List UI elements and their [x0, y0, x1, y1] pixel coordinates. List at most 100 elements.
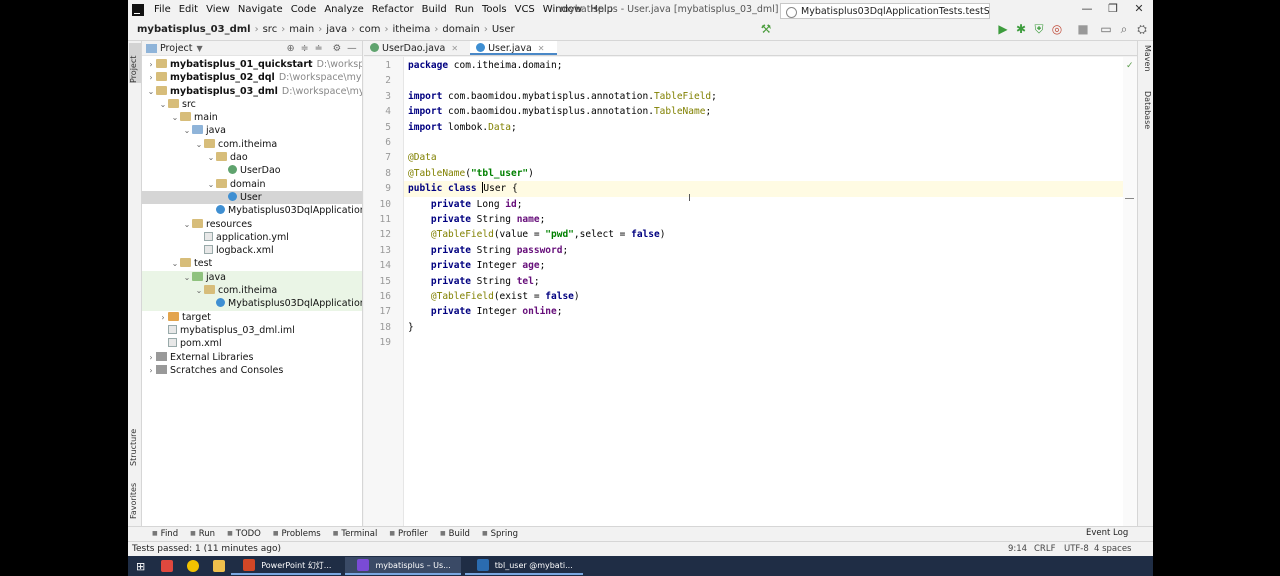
- tree-item[interactable]: mybatisplus_03_dml.iml: [142, 324, 362, 337]
- coverage-icon[interactable]: ⛨: [1031, 22, 1047, 37]
- code-line[interactable]: private String password;: [408, 243, 568, 258]
- code-line[interactable]: private String name;: [408, 212, 545, 227]
- tree-item[interactable]: ⌄ mybatisplus_03_dmlD:\workspace\mybatisp…: [142, 85, 362, 98]
- expand-arrow-icon[interactable]: ›: [146, 58, 156, 71]
- code-line[interactable]: package com.itheima.domain;: [408, 58, 562, 73]
- menu-edit[interactable]: Edit: [175, 4, 202, 15]
- tool-window-build[interactable]: Build: [434, 529, 476, 539]
- code-line[interactable]: }: [408, 320, 414, 335]
- tree-item[interactable]: User: [142, 190, 362, 205]
- breadcrumb-item[interactable]: mybatisplus_03_dml: [134, 24, 254, 35]
- tree-item[interactable]: Mybatisplus03DqlApplicationTests: [142, 297, 362, 311]
- editor-tab[interactable]: User.java ✕: [470, 41, 557, 55]
- gear-icon[interactable]: ⚙: [333, 43, 342, 54]
- stop-icon[interactable]: ■: [1075, 22, 1091, 36]
- breadcrumb-item[interactable]: com: [356, 24, 383, 35]
- chevron-down-icon[interactable]: ▼: [197, 44, 203, 53]
- menu-build[interactable]: Build: [418, 4, 451, 15]
- structure-tool-tab[interactable]: Structure: [129, 421, 141, 466]
- menu-run[interactable]: Run: [451, 4, 478, 15]
- tree-item[interactable]: ⌄ java: [142, 270, 362, 285]
- tree-item[interactable]: ⌄ com.itheima: [142, 284, 362, 298]
- project-tool-tab[interactable]: Project: [129, 43, 141, 83]
- code-line[interactable]: import com.baomidou.mybatisplus.annotati…: [408, 89, 717, 104]
- expand-arrow-icon[interactable]: ⌄: [182, 218, 192, 231]
- database-tool-tab[interactable]: Database: [1140, 91, 1152, 135]
- taskbar-app[interactable]: tbl_user @mybati...: [464, 557, 583, 575]
- tool-window-spring[interactable]: Spring: [476, 529, 524, 539]
- menu-navigate[interactable]: Navigate: [234, 4, 287, 15]
- locate-icon[interactable]: ⊕: [287, 43, 295, 54]
- tree-item[interactable]: › External Libraries: [142, 351, 362, 364]
- caret-position[interactable]: 9:14: [1008, 542, 1027, 556]
- tool-window-todo[interactable]: TODO: [221, 529, 267, 539]
- tool-window-problems[interactable]: Problems: [267, 529, 327, 539]
- expand-arrow-icon[interactable]: ⌄: [194, 138, 204, 151]
- hammer-build-icon[interactable]: ⚒: [758, 22, 774, 36]
- tree-item[interactable]: ⌄ com.itheima: [142, 138, 362, 151]
- start-button[interactable]: ⊞: [128, 557, 153, 575]
- code-line[interactable]: @TableName("tbl_user"): [408, 166, 534, 181]
- breadcrumb-item[interactable]: java: [323, 24, 350, 35]
- expand-arrow-icon[interactable]: ›: [146, 351, 156, 364]
- taskbar-app[interactable]: mybatisplus – Us...: [345, 557, 461, 575]
- chrome-icon[interactable]: [179, 557, 205, 575]
- menu-vcs[interactable]: VCS: [511, 4, 539, 15]
- expand-all-icon[interactable]: ≑: [301, 43, 309, 54]
- expand-arrow-icon[interactable]: ›: [158, 311, 168, 324]
- tool-window-profiler[interactable]: Profiler: [383, 529, 434, 539]
- favorites-tool-tab[interactable]: Favorites: [129, 477, 141, 519]
- app-icon-1[interactable]: [153, 557, 179, 575]
- tree-item[interactable]: ⌄ resources: [142, 218, 362, 231]
- code-line[interactable]: @Data: [408, 150, 437, 165]
- tree-item[interactable]: ⌄ java: [142, 124, 362, 137]
- debug-icon[interactable]: ✱: [1013, 22, 1029, 36]
- expand-arrow-icon[interactable]: ⌄: [206, 178, 216, 191]
- expand-arrow-icon[interactable]: ›: [146, 364, 156, 377]
- project-structure-icon[interactable]: ▭: [1098, 22, 1114, 36]
- taskbar-app[interactable]: PowerPoint 幻灯...: [231, 557, 342, 575]
- tree-item[interactable]: Mybatisplus03DqlApplication: [142, 204, 362, 217]
- maximize-button[interactable]: ❐: [1106, 2, 1120, 15]
- tool-window-terminal[interactable]: Terminal: [327, 529, 384, 539]
- breadcrumb-item[interactable]: src: [260, 24, 281, 35]
- event-log-button[interactable]: Event Log: [1086, 528, 1145, 538]
- tree-item[interactable]: ⌄ test: [142, 257, 362, 270]
- code-line[interactable]: import lombok.Data;: [408, 120, 517, 135]
- tree-item[interactable]: pom.xml: [142, 337, 362, 350]
- menu-tools[interactable]: Tools: [478, 4, 511, 15]
- breadcrumb-item[interactable]: User: [489, 24, 518, 35]
- hide-panel-icon[interactable]: —: [347, 43, 357, 54]
- expand-arrow-icon[interactable]: ⌄: [170, 257, 180, 270]
- tree-item[interactable]: › Scratches and Consoles: [142, 364, 362, 377]
- maven-tool-tab[interactable]: Maven: [1140, 45, 1152, 79]
- line-separator[interactable]: CRLF: [1034, 542, 1055, 556]
- tree-item[interactable]: ⌄ src: [142, 98, 362, 111]
- code-line[interactable]: private String tel;: [408, 274, 540, 289]
- code-editor[interactable]: 1 2 3 4 5 6 7 8 9 10 11 12 13 14 15 16 17 18 19 package co…: [364, 57, 1137, 526]
- menu-analyze[interactable]: Analyze: [320, 4, 367, 15]
- code-line[interactable]: private Integer age;: [408, 258, 545, 273]
- tree-item[interactable]: › target: [142, 311, 362, 324]
- tree-item[interactable]: ⌄ dao: [142, 151, 362, 164]
- code-line[interactable]: private Integer online;: [408, 304, 563, 319]
- tree-item[interactable]: ⌄ domain: [142, 178, 362, 191]
- code-line[interactable]: private Long id;: [408, 197, 523, 212]
- breadcrumb-item[interactable]: itheima: [390, 24, 434, 35]
- code-line[interactable]: @TableField(exist = false): [408, 289, 580, 304]
- tree-item[interactable]: › mybatisplus_01_quickstartD:\workspace\m…: [142, 58, 362, 71]
- profile-icon[interactable]: ◎: [1049, 22, 1065, 36]
- tree-item[interactable]: › mybatisplus_02_dqlD:\workspace\mybatisp…: [142, 71, 362, 84]
- expand-arrow-icon[interactable]: ⌄: [158, 98, 168, 111]
- breadcrumb-item[interactable]: domain: [439, 24, 482, 35]
- expand-arrow-icon[interactable]: ⌄: [182, 124, 192, 137]
- menu-file[interactable]: File: [150, 4, 175, 15]
- search-everywhere-icon[interactable]: ⌕: [1116, 22, 1132, 37]
- menu-refactor[interactable]: Refactor: [368, 4, 418, 15]
- code-line[interactable]: public class User {: [404, 181, 1133, 197]
- expand-arrow-icon[interactable]: ›: [146, 71, 156, 84]
- tree-item[interactable]: UserDao: [142, 164, 362, 177]
- status-message[interactable]: Tests passed: 1 (11 minutes ago): [132, 544, 281, 554]
- menu-code[interactable]: Code: [287, 4, 321, 15]
- menu-view[interactable]: View: [202, 4, 234, 15]
